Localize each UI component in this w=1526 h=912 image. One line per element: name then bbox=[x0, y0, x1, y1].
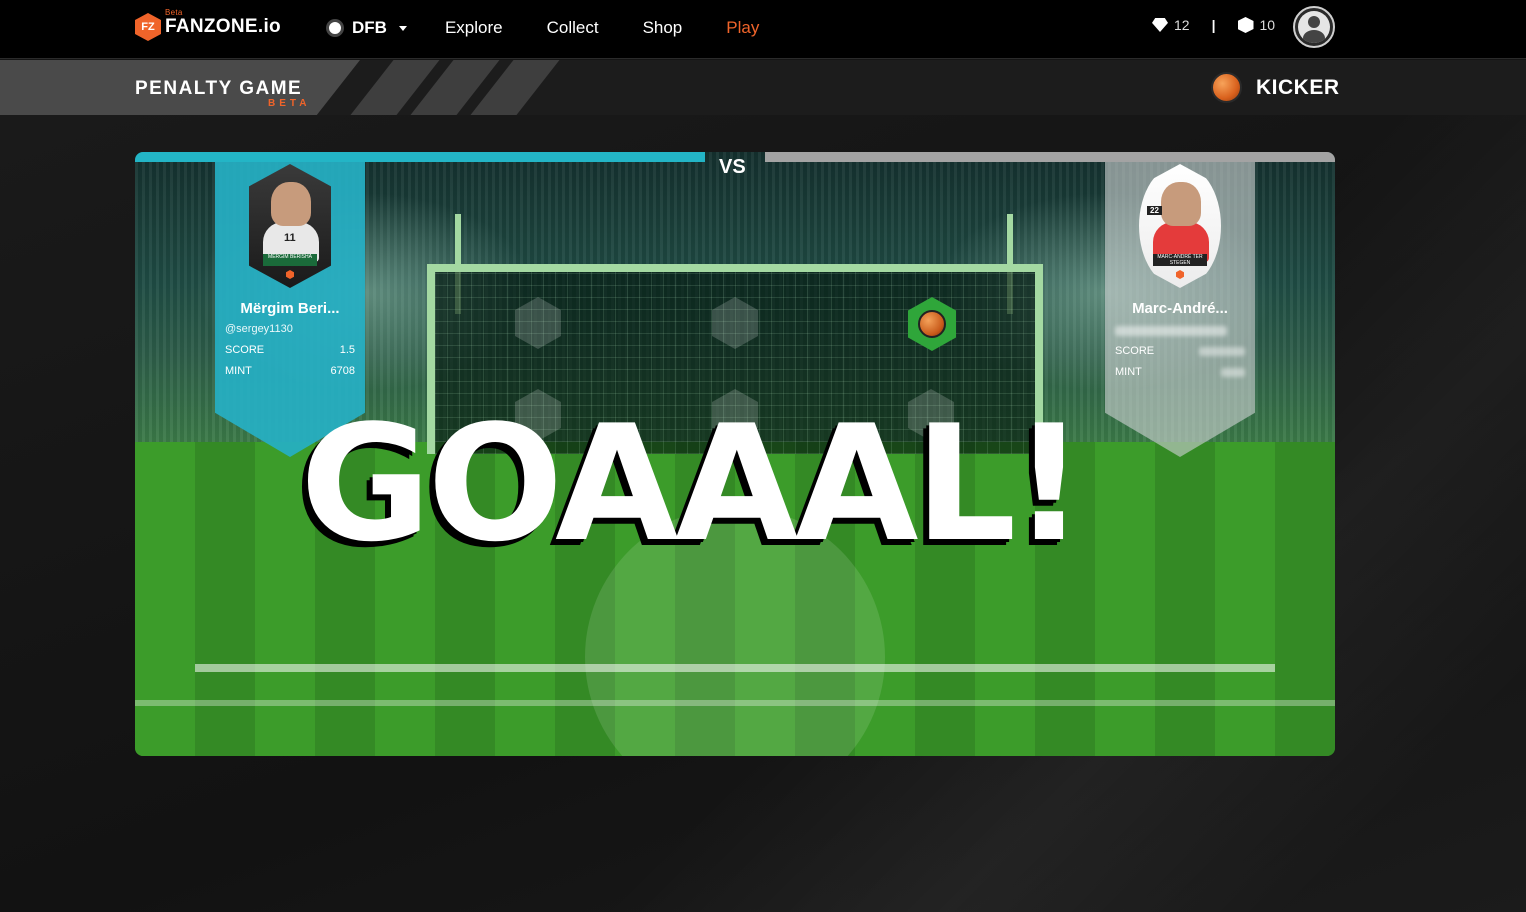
nav-shop[interactable]: Shop bbox=[643, 18, 683, 38]
keeper-bar bbox=[765, 152, 1335, 162]
main-nav: DFB Explore Collect Shop Play bbox=[326, 0, 803, 56]
page-beta-label: BETA bbox=[268, 98, 311, 109]
fanzone-logo-icon: FZ bbox=[135, 13, 161, 41]
card-name-tag: MËRGIM BERISHA bbox=[263, 254, 317, 266]
gem-icon bbox=[1152, 18, 1168, 32]
score-row: SCORE bbox=[1115, 345, 1245, 357]
player-photo bbox=[1161, 182, 1201, 226]
mint-row: MINT 6708 bbox=[225, 365, 355, 377]
score-label: SCORE bbox=[1115, 345, 1155, 357]
stats-divider: | bbox=[1211, 17, 1216, 33]
coin-count: 10 bbox=[1259, 17, 1276, 33]
gem-count: 12 bbox=[1174, 17, 1190, 33]
dfb-ball-icon bbox=[326, 19, 344, 37]
player-card[interactable]: 11 MËRGIM BERISHA bbox=[249, 164, 331, 288]
card-number: 11 bbox=[284, 232, 296, 244]
card-name-tag: MARC-ANDRÉ TER STEGEN bbox=[1153, 254, 1207, 266]
user-icon bbox=[1298, 11, 1330, 43]
hidden-mint-value bbox=[1221, 368, 1245, 377]
card-number: 22 bbox=[1147, 206, 1162, 215]
top-navbar: FZ Beta FANZONE.io DFB Explore Collect S… bbox=[0, 0, 1526, 59]
brand-beta-label: Beta bbox=[165, 8, 183, 17]
mint-label: MINT bbox=[225, 365, 252, 377]
ball-icon bbox=[918, 310, 946, 338]
penalty-game-stage: VS 11 MËRGIM BERISHA Mërgim Beri... @ser… bbox=[135, 152, 1335, 756]
mint-label: MINT bbox=[1115, 366, 1142, 378]
kicker-bar bbox=[135, 152, 705, 162]
fanzone-logo-icon bbox=[1176, 270, 1184, 279]
brand-name: Beta FANZONE.io bbox=[165, 8, 281, 37]
club-selector-label: DFB bbox=[352, 18, 387, 37]
nav-play[interactable]: Play bbox=[726, 18, 759, 38]
page-title: PENALTY GAME bbox=[135, 78, 303, 99]
user-avatar[interactable] bbox=[1293, 6, 1335, 48]
hidden-owner bbox=[1115, 326, 1227, 336]
goal-result-text: GOAAAL! bbox=[300, 390, 1085, 577]
chevron-down-icon bbox=[398, 25, 407, 31]
nav-collect[interactable]: Collect bbox=[547, 18, 599, 38]
keeper-player-panel: 22 MARC-ANDRÉ TER STEGEN Marc-André... S… bbox=[1105, 162, 1255, 457]
score-label: SCORE bbox=[225, 344, 265, 356]
player-card[interactable]: 22 MARC-ANDRÉ TER STEGEN bbox=[1139, 164, 1221, 288]
player-name: Marc-André... bbox=[1132, 300, 1228, 317]
role-label: KICKER bbox=[1256, 75, 1340, 99]
score-value: 1.5 bbox=[339, 344, 355, 356]
fz-coin-icon bbox=[1237, 17, 1254, 33]
wallet-stats: 12 | 10 bbox=[1152, 17, 1275, 33]
player-owner: @sergey1130 bbox=[225, 323, 293, 335]
ball-icon bbox=[1211, 72, 1242, 103]
brand-logo[interactable]: FZ Beta FANZONE.io bbox=[135, 8, 281, 42]
mint-row: MINT bbox=[1115, 366, 1245, 378]
vs-label: VS bbox=[719, 156, 746, 178]
mint-value: 6708 bbox=[330, 365, 355, 377]
role-indicator: KICKER bbox=[1211, 72, 1340, 103]
player-photo bbox=[271, 182, 311, 226]
club-selector[interactable]: DFB bbox=[326, 18, 407, 38]
player-name: Mërgim Beri... bbox=[240, 300, 340, 317]
nav-explore[interactable]: Explore bbox=[445, 18, 503, 38]
fanzone-logo-icon bbox=[286, 270, 294, 279]
score-row: SCORE 1.5 bbox=[225, 344, 355, 356]
hidden-score-value bbox=[1199, 347, 1245, 356]
